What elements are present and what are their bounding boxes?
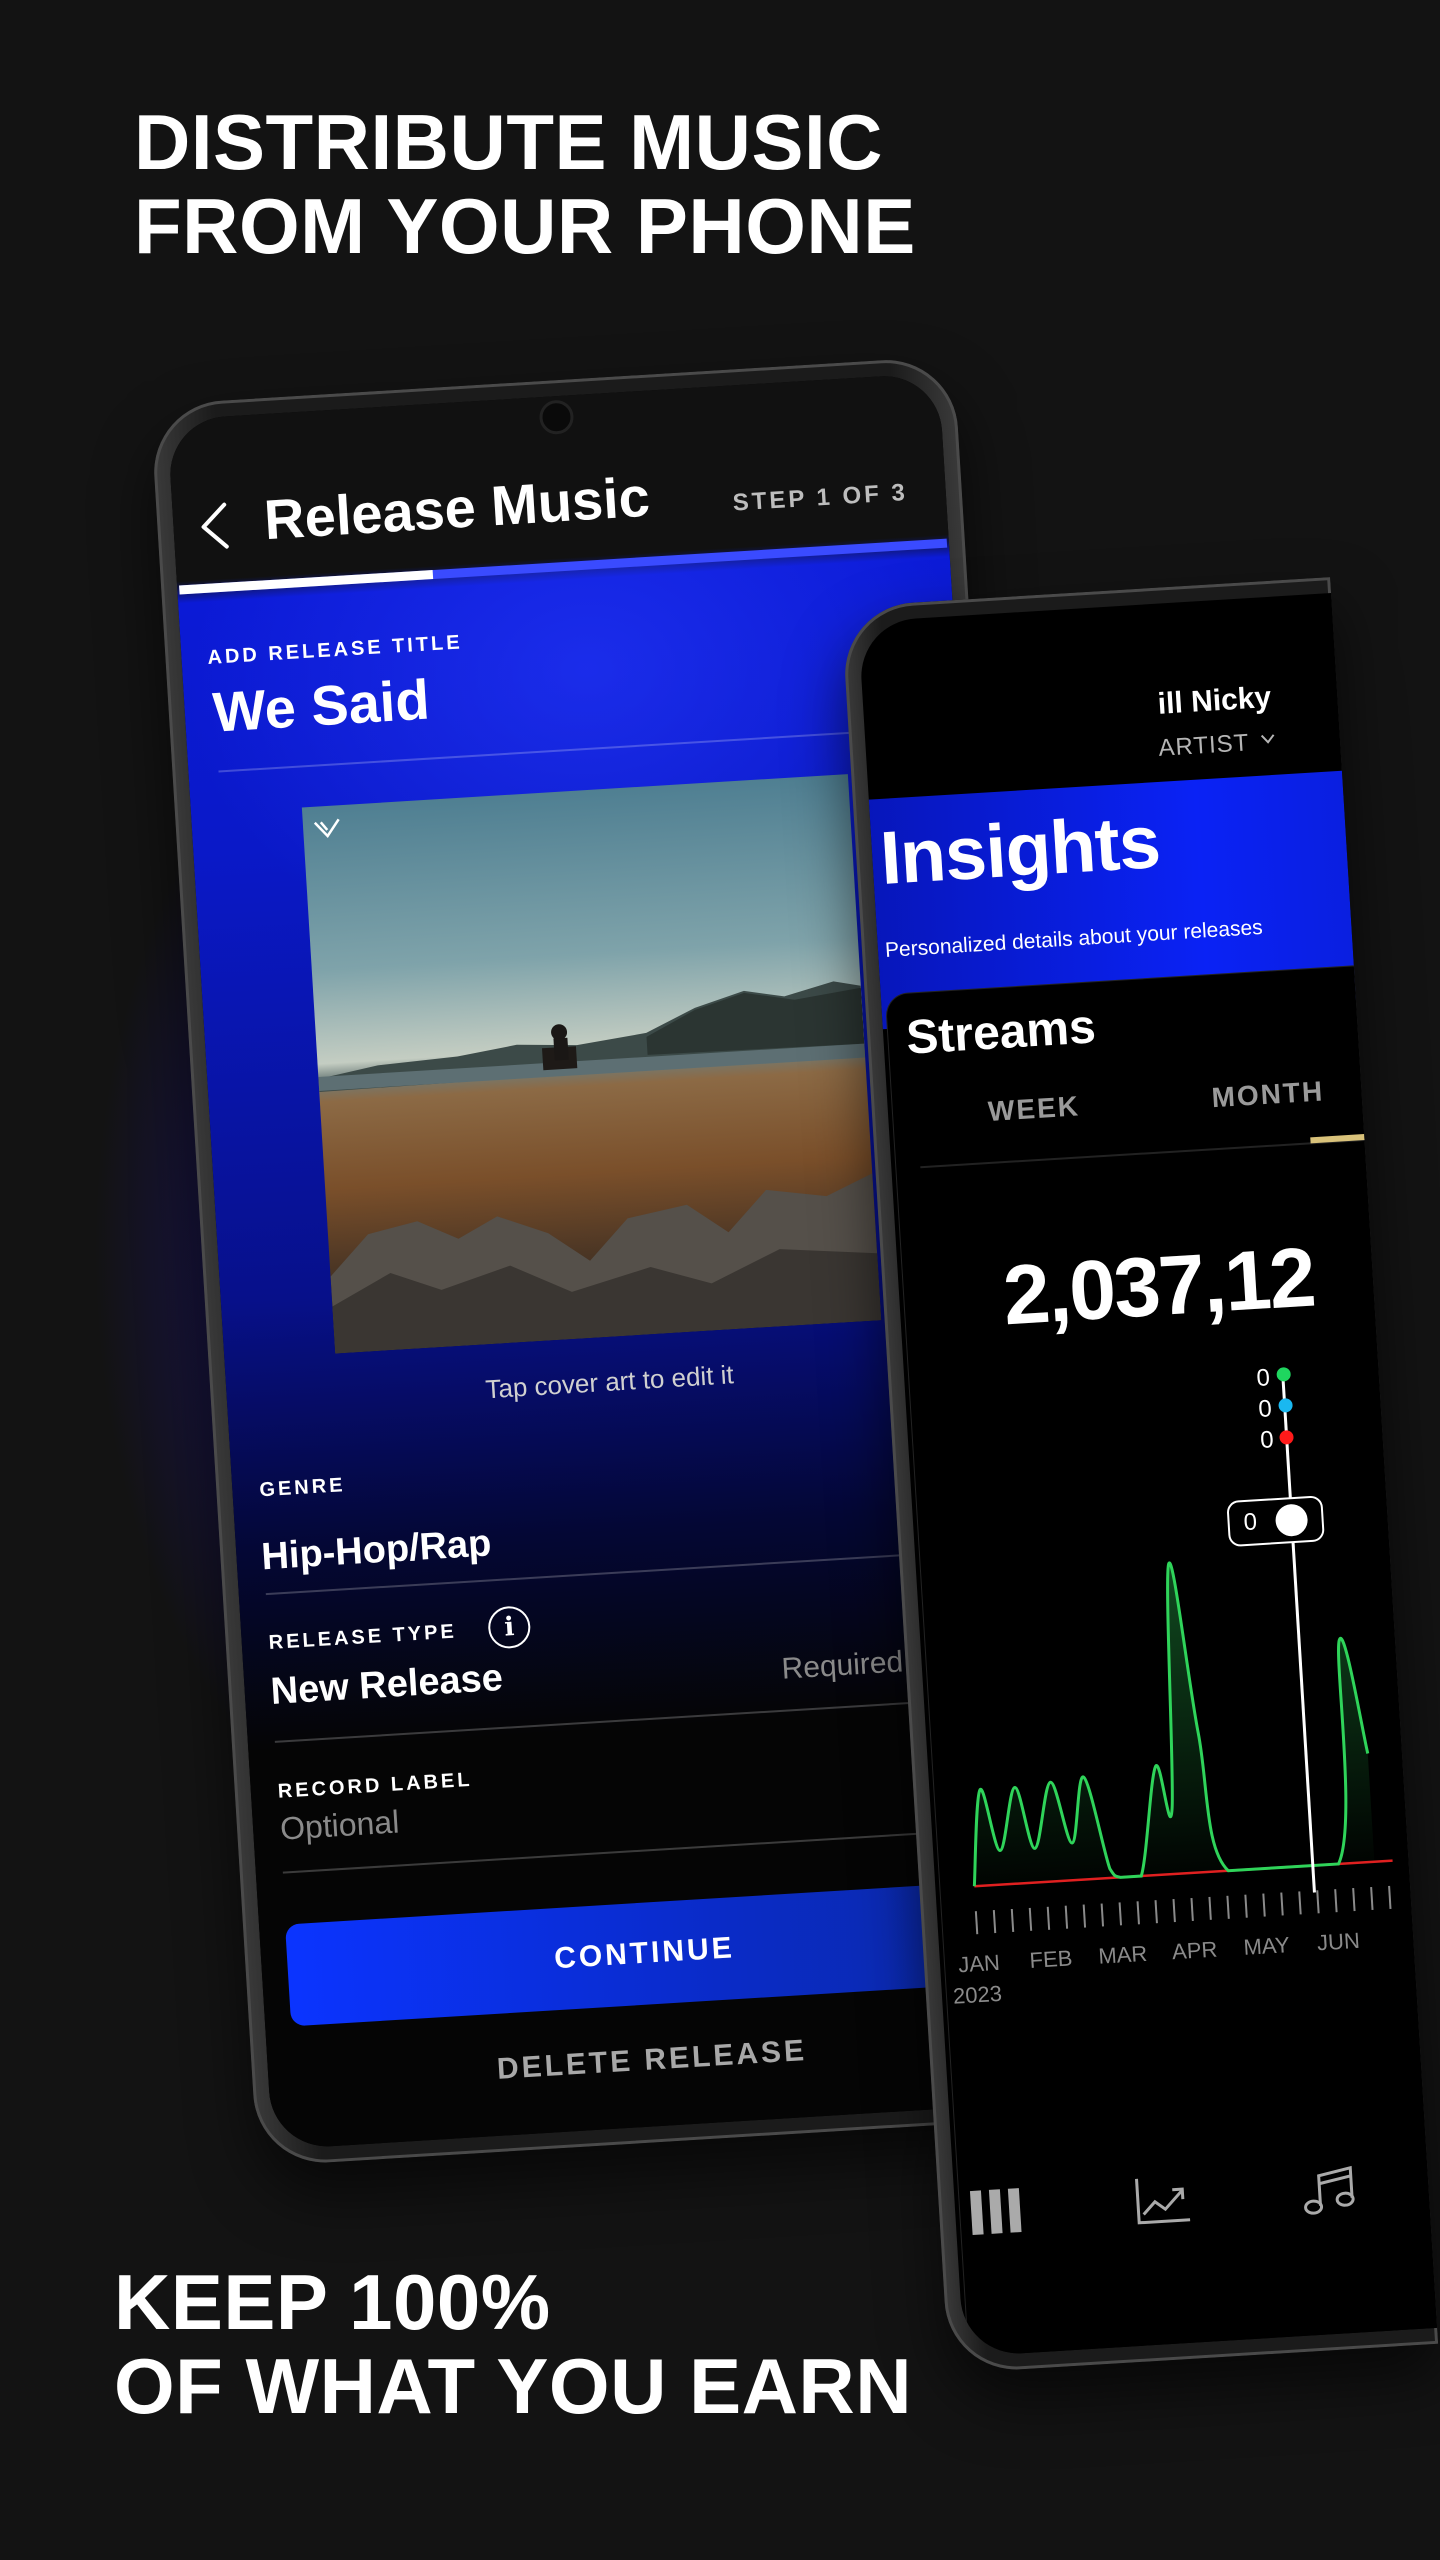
axis-tick <box>1100 1903 1105 1927</box>
axis-tick <box>1208 1896 1212 1920</box>
headline-line: FROM YOUR PHONE <box>134 182 916 270</box>
axis-tick <box>1118 1902 1123 1926</box>
axis-tick <box>1316 1890 1320 1914</box>
axis-tick <box>992 1910 997 1934</box>
axis-tick <box>1190 1897 1194 1922</box>
axis-tick <box>1370 1886 1374 1911</box>
cover-art[interactable] <box>301 774 882 1354</box>
cursor-line <box>1281 1376 1316 1893</box>
axis-tick <box>1298 1891 1302 1915</box>
pill-value: 0 <box>1242 1508 1258 1537</box>
streams-chart[interactable]: JAN FEB MAR APR MAY JUN <box>858 593 1437 2357</box>
cursor-handle[interactable] <box>1274 1503 1309 1538</box>
axis-tick <box>1280 1892 1284 1916</box>
axis-tick <box>1226 1895 1230 1919</box>
axis-tick <box>1352 1888 1356 1912</box>
tooltip-values: 0 0 0 <box>1239 1362 1275 1457</box>
month-label: MAR <box>1098 1941 1148 1969</box>
headline-bottom: KEEP 100% OF WHAT YOU EARN <box>114 2260 912 2428</box>
headline-line: DISTRIBUTE MUSIC <box>134 98 883 186</box>
axis-tick <box>1154 1900 1158 1924</box>
month-label: FEB <box>1029 1945 1073 1973</box>
month-label: JUN <box>1316 1928 1360 1956</box>
tooltip-value: 0 <box>1259 1426 1275 1454</box>
axis-tick <box>1010 1908 1015 1933</box>
tooltip-value: 0 <box>1255 1364 1271 1393</box>
axis-tick <box>1064 1905 1069 1929</box>
music-note-icon[interactable] <box>1300 2163 1359 2216</box>
continue-label: CONTINUE <box>553 1931 736 1976</box>
axis-tick <box>1388 1885 1392 1909</box>
tooltip-value: 0 <box>1257 1395 1273 1423</box>
month-label: MAY <box>1243 1932 1291 1960</box>
back-chevron-icon[interactable] <box>192 500 235 552</box>
month-label: JAN <box>958 1950 1001 1977</box>
axis-tick <box>1172 1899 1176 1923</box>
month-label: APR <box>1171 1937 1218 1965</box>
axis-tick <box>1136 1901 1140 1925</box>
required-hint: Required <box>780 1645 905 1686</box>
chart-icon[interactable] <box>1133 2174 1192 2227</box>
axis-tick <box>1334 1889 1338 1913</box>
library-icon[interactable] <box>968 2184 1027 2237</box>
axis-tick <box>1082 1904 1087 1928</box>
axis-tick <box>1046 1906 1051 1930</box>
axis-tick <box>1028 1907 1033 1931</box>
cursor-pill[interactable]: 0 <box>1226 1495 1325 1548</box>
year-label: 2023 <box>952 1980 1003 2009</box>
cover-photo <box>318 981 882 1354</box>
headline-line: KEEP 100% <box>114 2258 551 2346</box>
release-title-input[interactable]: We Said <box>211 668 431 744</box>
axis-tick <box>1262 1893 1266 1917</box>
axis-tick <box>974 1911 979 1935</box>
genre-label: GENRE <box>258 1474 347 1502</box>
axis-tick <box>1244 1894 1248 1918</box>
headline-top: DISTRIBUTE MUSIC FROM YOUR PHONE <box>134 100 916 268</box>
record-label-input[interactable]: Optional <box>279 1803 400 1846</box>
brand-logo-icon <box>313 818 340 838</box>
headline-line: OF WHAT YOU EARN <box>114 2342 913 2430</box>
